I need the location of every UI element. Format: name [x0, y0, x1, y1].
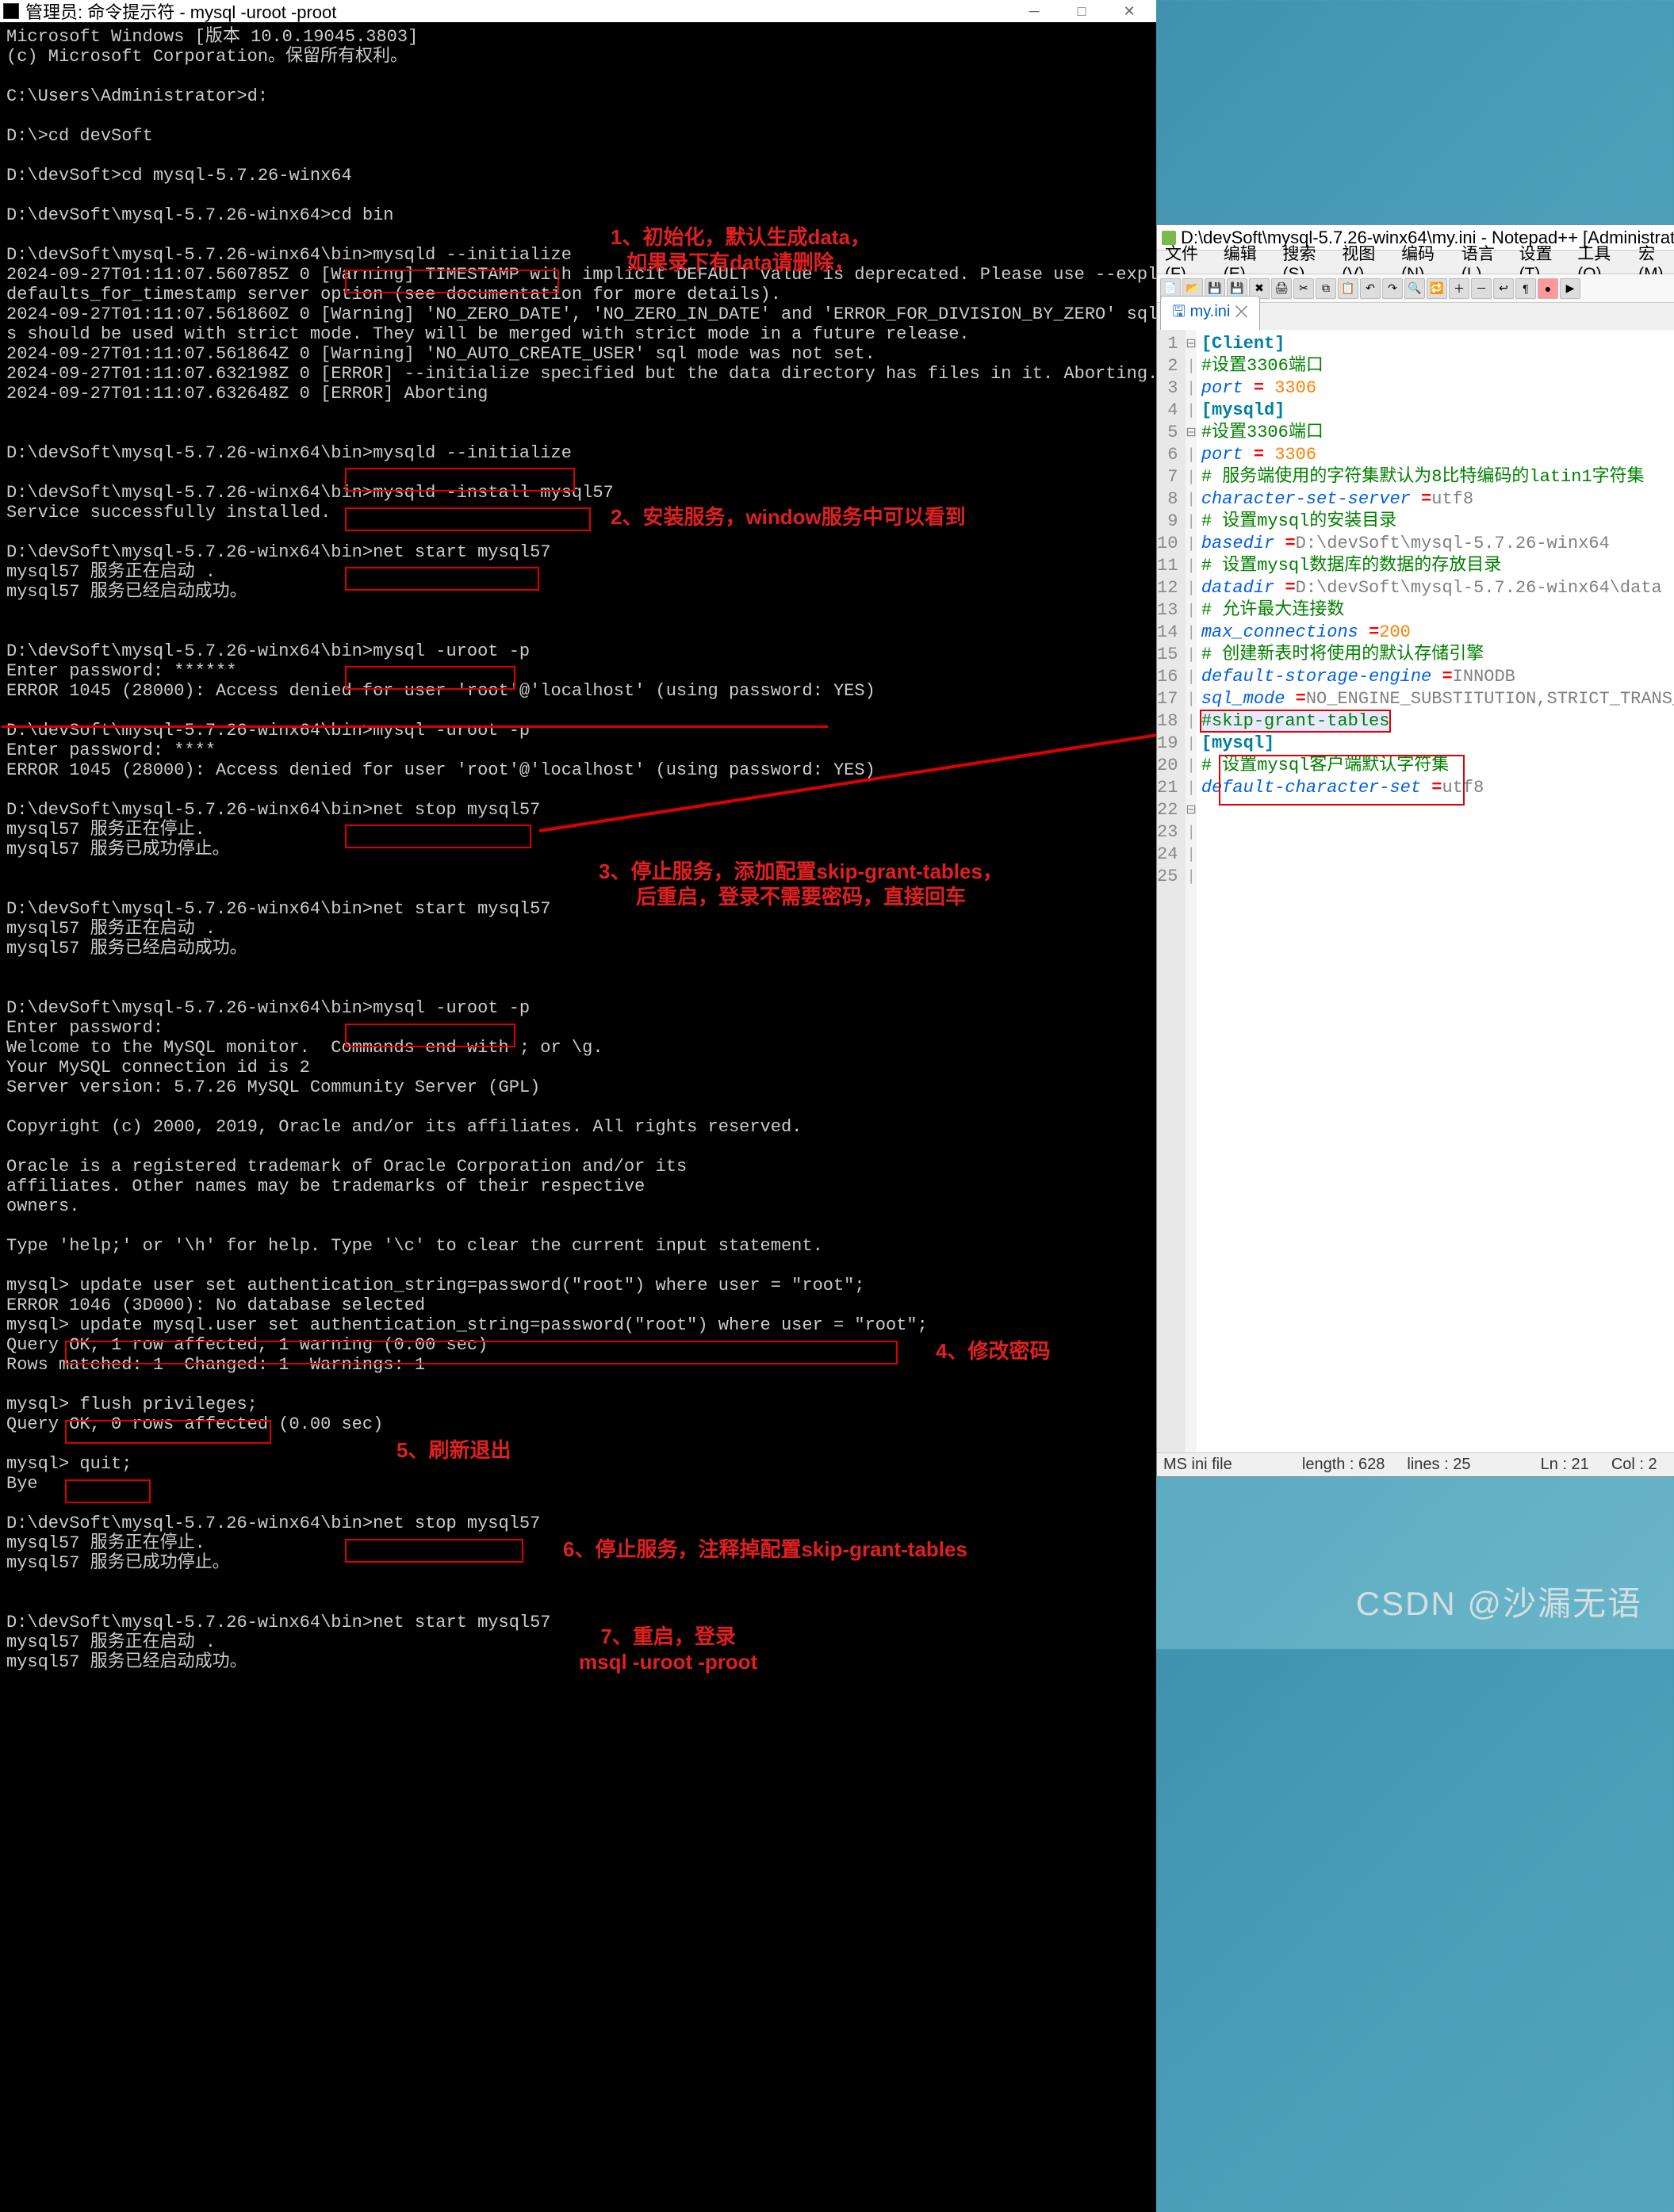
notepad-tabs[interactable]: 🖫 my.ini ✕ [1157, 303, 1674, 330]
notepad-statusbar: MS ini file length : 628 lines : 25 Ln :… [1157, 1452, 1674, 1476]
paste-icon[interactable]: 📋 [1338, 278, 1358, 299]
notepad-editor[interactable]: 1234567891011121314151617181920212223242… [1157, 330, 1674, 1452]
status-col: Col : 2 [1611, 1456, 1657, 1474]
highlight-box [345, 666, 515, 690]
zoom-in-icon[interactable]: ＋ [1449, 278, 1469, 299]
notepad-window: D:\devSoft\mysql-5.7.26-winx64\my.ini - … [1156, 224, 1674, 1477]
print-icon[interactable]: 🖨 [1271, 278, 1292, 299]
notepad-menubar[interactable]: 文件(F)编辑(E)搜索(S)视图(V)编码(N)语言(L)设置(T)工具(O)… [1157, 251, 1674, 274]
wrap-icon[interactable]: ↩ [1493, 278, 1514, 299]
terminal-title: 管理员: 命令提示符 - mysql -uroot -proot [25, 0, 336, 24]
highlight-box [65, 1479, 151, 1503]
arrow-icon [539, 716, 1237, 835]
close-button[interactable]: ✕ [1105, 0, 1153, 22]
status-ln: Ln : 21 [1541, 1456, 1589, 1474]
fold-gutter[interactable]: ⊟│││⊟││││││││││││││││⊟│││ [1186, 330, 1196, 1452]
annotation-3: 3、停止服务，添加配置skip-grant-tables， 后重启，登录不需要密… [599, 859, 1003, 909]
highlight-box [345, 825, 531, 848]
line-number-gutter: 1234567891011121314151617181920212223242… [1157, 330, 1186, 1452]
copy-icon[interactable]: ⧉ [1316, 278, 1336, 299]
annotation-4: 4、修改密码 [936, 1338, 1050, 1364]
minimize-button[interactable]: ─ [1010, 0, 1058, 22]
status-filetype: MS ini file [1163, 1456, 1232, 1474]
status-length: length : 628 [1302, 1456, 1385, 1474]
highlight-box [65, 1341, 898, 1364]
highlight-box [345, 270, 559, 293]
highlight-box [345, 1024, 515, 1047]
tab-label: my.ini [1190, 303, 1231, 320]
cmd-icon [3, 3, 19, 19]
code-area[interactable]: [Client]#设置3306端口port = 3306[mysqld]#设置3… [1197, 330, 1674, 1452]
terminal-body[interactable]: Microsoft Windows [版本 10.0.19045.3803] (… [0, 22, 1156, 2212]
status-lines: lines : 25 [1407, 1456, 1470, 1474]
annotation-1: 1、初始化，默认生成data， 如果录下有data请删除， [611, 224, 871, 275]
replace-icon[interactable]: 🔁 [1427, 278, 1447, 299]
terminal-titlebar[interactable]: 管理员: 命令提示符 - mysql -uroot -proot ─ □ ✕ [0, 0, 1156, 22]
cut-icon[interactable]: ✂ [1293, 278, 1314, 299]
highlight-box [65, 1420, 271, 1444]
zoom-out-icon[interactable]: － [1471, 278, 1492, 299]
show-ws-icon[interactable]: ¶ [1515, 278, 1536, 299]
annotation-6: 6、停止服务，注释掉配置skip-grant-tables [563, 1537, 967, 1562]
highlight-box [345, 468, 575, 492]
annotation-7: 7、重启，登录 msql -uroot -proot [579, 1624, 757, 1674]
annotation-5: 5、刷新退出 [396, 1437, 511, 1463]
watermark: CSDN @沙漏无语 [1356, 1577, 1642, 1625]
terminal-window: 管理员: 命令提示符 - mysql -uroot -proot ─ □ ✕ M… [0, 0, 1156, 1649]
maximize-button[interactable]: □ [1058, 0, 1105, 22]
highlight-box [345, 507, 591, 531]
record-icon[interactable]: ● [1538, 278, 1558, 299]
undo-icon[interactable]: ↶ [1360, 278, 1381, 299]
annotation-2: 2、安装服务，window服务中可以看到 [611, 504, 966, 530]
tab-myini[interactable]: 🖫 my.ini ✕ [1160, 296, 1260, 330]
play-icon[interactable]: ▶ [1560, 278, 1580, 299]
highlight-underline [2, 706, 828, 728]
highlight-box [345, 567, 539, 591]
highlight-box [345, 1539, 523, 1563]
redo-icon[interactable]: ↷ [1382, 278, 1403, 299]
tab-close-icon[interactable]: ✕ [1235, 303, 1248, 320]
disk-icon: 🖫 [1172, 303, 1190, 320]
search-icon[interactable]: 🔍 [1404, 278, 1425, 299]
